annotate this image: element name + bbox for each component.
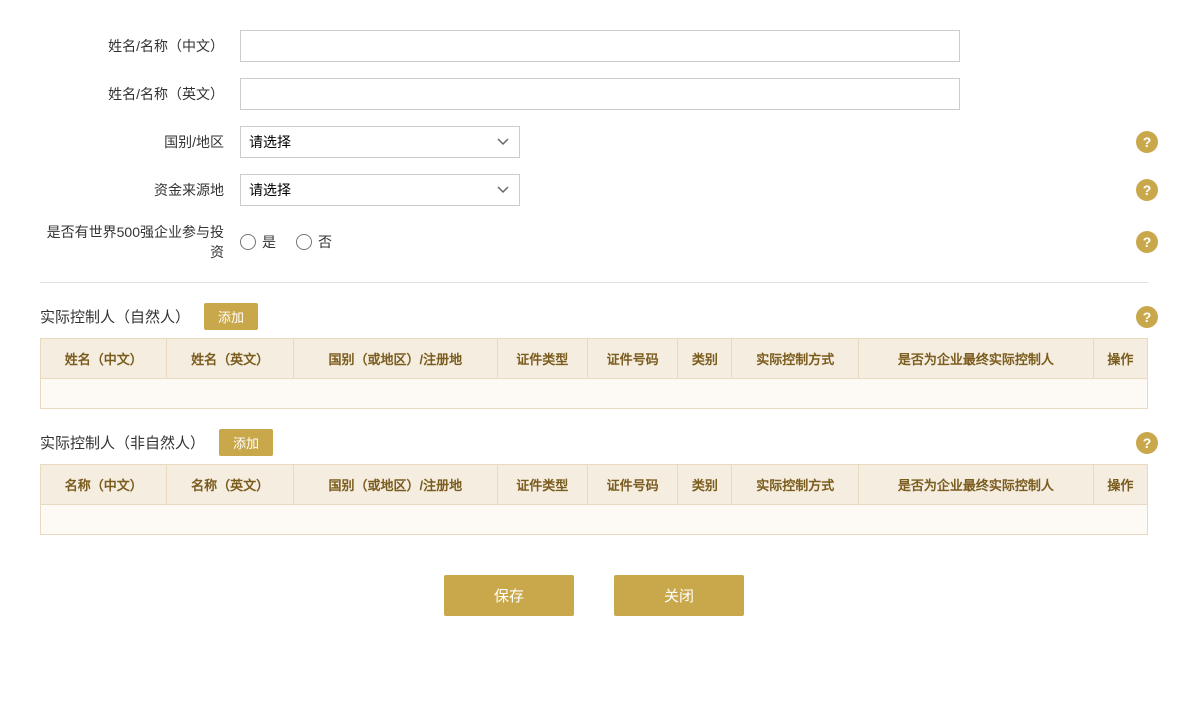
name-cn-input[interactable] — [240, 30, 960, 62]
fortune500-radio-group: 是 否 — [240, 232, 332, 252]
non-natural-person-section-header: 实际控制人（非自然人） 添加 ? — [40, 429, 1148, 456]
non-natural-person-table-body — [41, 505, 1148, 535]
name-en-label: 姓名/名称（英文） — [40, 84, 240, 104]
non-natural-person-add-button[interactable]: 添加 — [219, 429, 273, 456]
name-en-row: 姓名/名称（英文） — [40, 78, 1148, 110]
fortune500-label: 是否有世界500强企业参与投资 — [40, 222, 240, 262]
np-col-category: 类别 — [678, 339, 732, 379]
fortune500-row: 是否有世界500强企业参与投资 是 否 ? — [40, 222, 1148, 262]
name-cn-row: 姓名/名称（中文） — [40, 30, 1148, 62]
natural-person-table-header: 姓名（中文） 姓名（英文） 国别（或地区）/注册地 证件类型 证件号码 类别 实… — [41, 339, 1148, 379]
divider-1 — [40, 282, 1148, 283]
name-en-input[interactable] — [240, 78, 960, 110]
natural-person-help-icon[interactable]: ? — [1136, 306, 1158, 328]
natural-person-section-header: 实际控制人（自然人） 添加 ? — [40, 303, 1148, 330]
fortune500-help-icon[interactable]: ? — [1136, 231, 1158, 253]
natural-person-table-body — [41, 379, 1148, 409]
natural-person-table: 姓名（中文） 姓名（英文） 国别（或地区）/注册地 证件类型 证件号码 类别 实… — [40, 338, 1148, 409]
non-natural-person-title: 实际控制人（非自然人） — [40, 432, 205, 453]
main-form: 姓名/名称（中文） 姓名/名称（英文） 国别/地区 请选择 ? 资金来源地 请选… — [40, 30, 1148, 262]
np-col-country: 国别（或地区）/注册地 — [293, 339, 497, 379]
natural-person-header-row: 姓名（中文） 姓名（英文） 国别（或地区）/注册地 证件类型 证件号码 类别 实… — [41, 339, 1148, 379]
non-natural-person-header-row: 名称（中文） 名称（英文） 国别（或地区）/注册地 证件类型 证件号码 类别 实… — [41, 465, 1148, 505]
np-col-cert-no: 证件号码 — [587, 339, 677, 379]
np-col-name-cn: 姓名（中文） — [41, 339, 167, 379]
country-select[interactable]: 请选择 — [240, 126, 520, 158]
fortune500-yes-option[interactable]: 是 — [240, 232, 276, 252]
country-label: 国别/地区 — [40, 132, 240, 152]
non-natural-person-help-icon[interactable]: ? — [1136, 432, 1158, 454]
np-col-action: 操作 — [1093, 339, 1147, 379]
fortune500-yes-radio[interactable] — [240, 234, 256, 250]
natural-person-empty-row — [41, 379, 1148, 409]
fund-source-select[interactable]: 请选择 — [240, 174, 520, 206]
non-natural-person-empty-row — [41, 505, 1148, 535]
fortune500-no-label: 否 — [318, 232, 332, 252]
natural-person-add-button[interactable]: 添加 — [204, 303, 258, 330]
fortune500-yes-label: 是 — [262, 232, 276, 252]
non-natural-person-empty-cell — [41, 505, 1148, 535]
nnp-col-action: 操作 — [1093, 465, 1147, 505]
fortune500-no-radio[interactable] — [296, 234, 312, 250]
nnp-col-cert-no: 证件号码 — [587, 465, 677, 505]
fortune500-no-option[interactable]: 否 — [296, 232, 332, 252]
name-cn-label: 姓名/名称（中文） — [40, 36, 240, 56]
country-help-icon[interactable]: ? — [1136, 131, 1158, 153]
np-col-name-en: 姓名（英文） — [167, 339, 293, 379]
np-col-control-method: 实际控制方式 — [732, 339, 858, 379]
nnp-col-control-method: 实际控制方式 — [732, 465, 858, 505]
natural-person-empty-cell — [41, 379, 1148, 409]
nnp-col-name-cn: 名称（中文） — [41, 465, 167, 505]
save-button[interactable]: 保存 — [444, 575, 574, 616]
nnp-col-name-en: 名称（英文） — [167, 465, 293, 505]
fund-source-row: 资金来源地 请选择 ? — [40, 174, 1148, 206]
country-row: 国别/地区 请选择 ? — [40, 126, 1148, 158]
nnp-col-category: 类别 — [678, 465, 732, 505]
nnp-col-is-ultimate: 是否为企业最终实际控制人 — [858, 465, 1093, 505]
np-col-cert-type: 证件类型 — [497, 339, 587, 379]
np-col-is-ultimate: 是否为企业最终实际控制人 — [858, 339, 1093, 379]
natural-person-title: 实际控制人（自然人） — [40, 306, 190, 327]
fund-source-help-icon[interactable]: ? — [1136, 179, 1158, 201]
non-natural-person-table: 名称（中文） 名称（英文） 国别（或地区）/注册地 证件类型 证件号码 类别 实… — [40, 464, 1148, 535]
nnp-col-cert-type: 证件类型 — [497, 465, 587, 505]
close-button[interactable]: 关闭 — [614, 575, 744, 616]
nnp-col-country: 国别（或地区）/注册地 — [293, 465, 497, 505]
footer-buttons: 保存 关闭 — [40, 575, 1148, 616]
fund-source-label: 资金来源地 — [40, 180, 240, 200]
non-natural-person-table-header: 名称（中文） 名称（英文） 国别（或地区）/注册地 证件类型 证件号码 类别 实… — [41, 465, 1148, 505]
